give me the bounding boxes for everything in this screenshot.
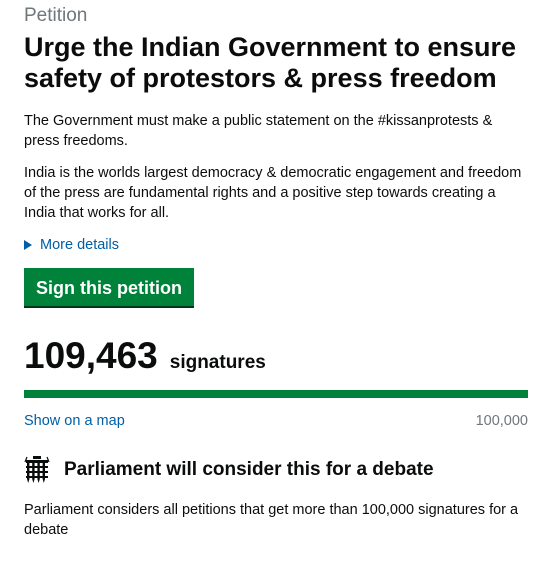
signature-count: 109,463 [24,335,158,376]
debate-heading-row: Parliament will consider this for a deba… [24,456,528,484]
signature-count-row: 109,463 signatures [24,336,528,376]
debate-title: Parliament will consider this for a deba… [64,459,434,480]
sign-petition-button[interactable]: Sign this petition [24,268,194,306]
map-row: Show on a map 100,000 [24,411,528,431]
signatures-label: signatures [169,352,266,373]
triangle-right-icon [24,240,32,250]
page-caption: Petition [24,5,88,26]
portcullis-icon [24,456,50,483]
more-details-label: More details [40,237,119,253]
petition-title: Urge the Indian Government to ensure saf… [24,32,517,93]
show-on-map-link[interactable]: Show on a map [24,411,125,431]
petition-summary: The Government must make a public statem… [24,113,493,149]
petition-background: India is the worlds largest democracy & … [24,165,522,221]
debate-description: Parliament considers all petitions that … [24,502,519,538]
signature-progress-bar [24,390,528,398]
signature-progress-fill [24,390,528,398]
more-details-toggle[interactable]: More details [24,235,528,255]
petition-page: Petition Urge the Indian Government to e… [24,0,528,540]
signature-threshold: 100,000 [475,413,528,429]
